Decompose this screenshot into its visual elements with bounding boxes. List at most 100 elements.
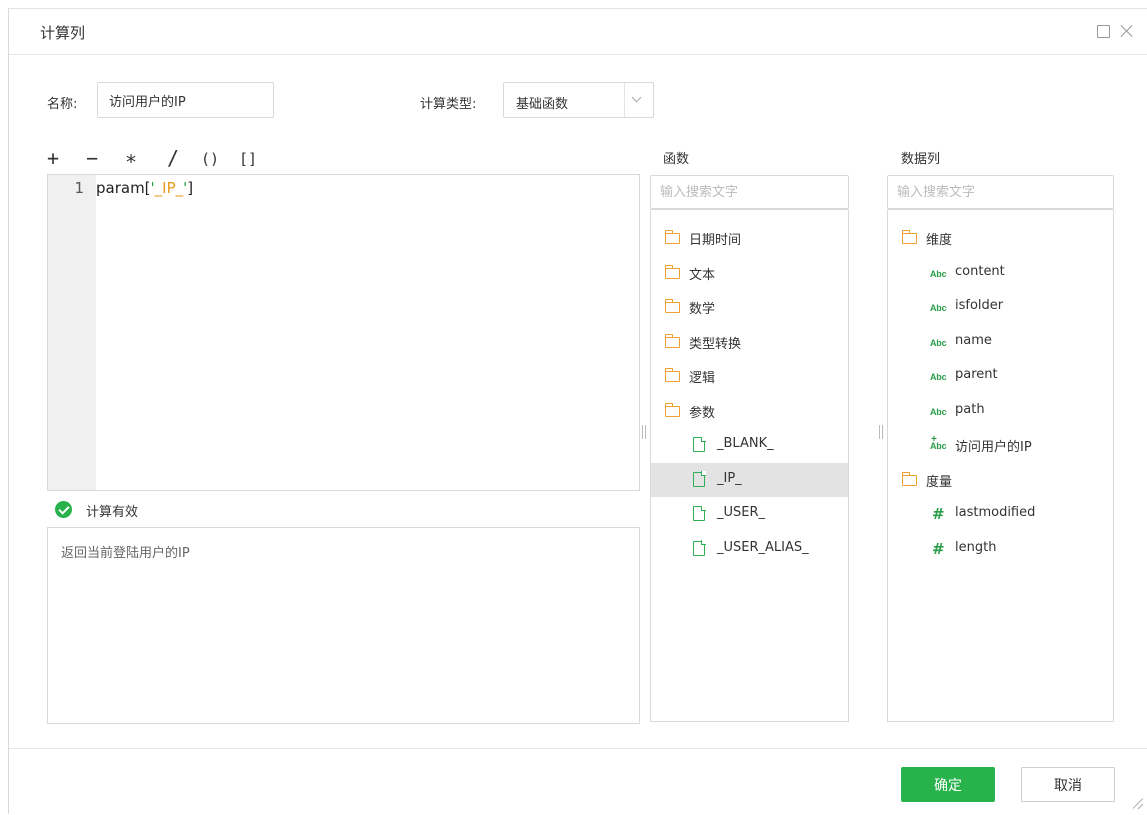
function-category-item[interactable]: 逻辑 [651,359,848,393]
maximize-icon[interactable] [1095,23,1111,39]
column-item[interactable]: Abc parent [888,359,1113,393]
formula-editor[interactable]: 1 param['_IP_'] [47,174,640,491]
function-category-item[interactable]: 数学 [651,290,848,324]
column-item[interactable]: Abc + 访问用户的IP [888,428,1113,462]
function-category-item[interactable]: 日期时间 [651,221,848,255]
column-group-item[interactable]: 度量 [888,463,1113,497]
function-item-label: _USER_ALIAS_ [717,539,809,555]
column-item-label: length [955,539,997,555]
dialog-footer: 确定 取消 [9,748,1147,815]
columns-panel-title: 数据列 [901,152,941,167]
function-item[interactable]: _USER_ALIAS_ [651,532,848,566]
code-bracket-close: ] [187,179,194,197]
plus-operator-button[interactable]: + [47,147,59,169]
function-item-label: 数学 [689,302,716,317]
plus-icon: + [931,434,937,445]
minus-operator-button[interactable]: − [86,147,98,169]
name-label: 名称: [47,97,78,112]
formula-code[interactable]: param['_IP_'] [96,179,193,197]
column-item[interactable]: Abc name [888,325,1113,359]
number-type-icon: # [932,539,945,558]
column-item-label: 度量 [926,474,953,490]
splitter-handle[interactable] [879,425,883,439]
text-type-icon: Abc [930,406,947,417]
columns-tree: 维度 Abc content Abc isfolder Abc name Abc parent A… [887,209,1114,722]
ok-button[interactable]: 确定 [901,767,995,802]
folder-icon [664,333,680,348]
dialog-title: 计算列 [40,24,86,42]
calc-type-value: 基础函数 [516,97,569,112]
text-type-icon: Abc [930,303,947,313]
folder-open-icon [901,471,917,486]
file-icon [693,471,706,487]
function-item-label: 参数 [689,405,716,421]
column-item-label: 维度 [926,233,953,248]
cancel-button[interactable]: 取消 [1021,767,1115,802]
column-item[interactable]: Abc content [888,256,1113,290]
function-item-label: 逻辑 [689,371,716,386]
description-text: 返回当前登陆用户的IP [61,546,190,561]
function-item-label: 类型转换 [689,336,742,352]
folder-open-icon [664,402,680,417]
multiply-operator-button[interactable]: ∗ [125,147,137,169]
column-item[interactable]: # lastmodified [888,497,1113,531]
calc-type-select[interactable]: 基础函数 [503,82,654,118]
folder-icon [664,230,680,244]
dialog-titlebar: 计算列 [9,9,1147,55]
file-icon [693,540,706,556]
resize-grip-icon[interactable] [1131,797,1143,809]
select-divider [624,83,625,117]
column-item-label: path [955,401,985,417]
function-category-item[interactable]: 文本 [651,256,848,290]
function-item-label: 文本 [689,267,716,283]
column-item-label: name [955,332,992,348]
column-group-item[interactable]: 维度 [888,221,1113,255]
column-item[interactable]: Abc isfolder [888,290,1113,324]
calculated-column-dialog: 计算列 名称: 计算类型: 基础函数 + − ∗ / () [] 1 param… [8,8,1147,814]
function-item-label: _IP_ [717,470,742,486]
parentheses-operator-button[interactable]: () [201,148,219,170]
column-item-label: isfolder [955,298,1004,313]
column-item-label: content [955,263,1005,279]
column-item-label: 访问用户的IP [955,440,1032,455]
folder-icon [664,368,680,382]
folder-icon [664,299,680,313]
function-item-label: _BLANK_ [717,436,774,451]
chevron-down-icon[interactable] [631,92,642,103]
function-item-label: _USER_ [717,505,766,520]
name-input[interactable] [97,82,274,118]
brackets-operator-button[interactable]: [] [239,148,257,170]
text-type-icon: Abc [930,372,947,382]
code-string: _IP_ [154,179,184,197]
file-icon [693,436,706,452]
folder-icon [664,264,680,279]
number-type-icon: # [932,505,945,523]
text-type-icon: Abc [930,337,947,348]
function-category-item[interactable]: 参数 [651,394,848,428]
check-circle-icon [55,501,72,518]
column-item[interactable]: # length [888,532,1113,566]
functions-panel-title: 函数 [663,152,690,167]
code-function: param[ [96,179,151,197]
column-item[interactable]: Abc path [888,394,1113,428]
column-item-label: parent [955,367,998,382]
function-item[interactable]: _BLANK_ [651,428,848,462]
calc-type-label: 计算类型: [420,97,477,112]
line-number: 1 [74,179,84,197]
description-box: 返回当前登陆用户的IP [47,527,640,724]
function-item-label: 日期时间 [689,233,742,248]
folder-open-icon [901,230,917,244]
functions-search-input[interactable] [650,175,849,209]
text-type-icon: Abc [930,268,947,279]
function-category-item[interactable]: 类型转换 [651,325,848,359]
validation-text: 计算有效 [86,505,139,520]
function-item[interactable]: _USER_ [651,497,848,531]
function-item[interactable]: _IP_ [651,462,848,497]
close-icon[interactable] [1119,23,1135,39]
divide-operator-button[interactable]: / [167,147,179,169]
splitter-handle[interactable] [642,425,646,439]
file-icon [693,505,706,521]
line-gutter: 1 [48,175,96,490]
columns-search-input[interactable] [887,175,1114,209]
column-item-label: lastmodified [955,505,1036,520]
